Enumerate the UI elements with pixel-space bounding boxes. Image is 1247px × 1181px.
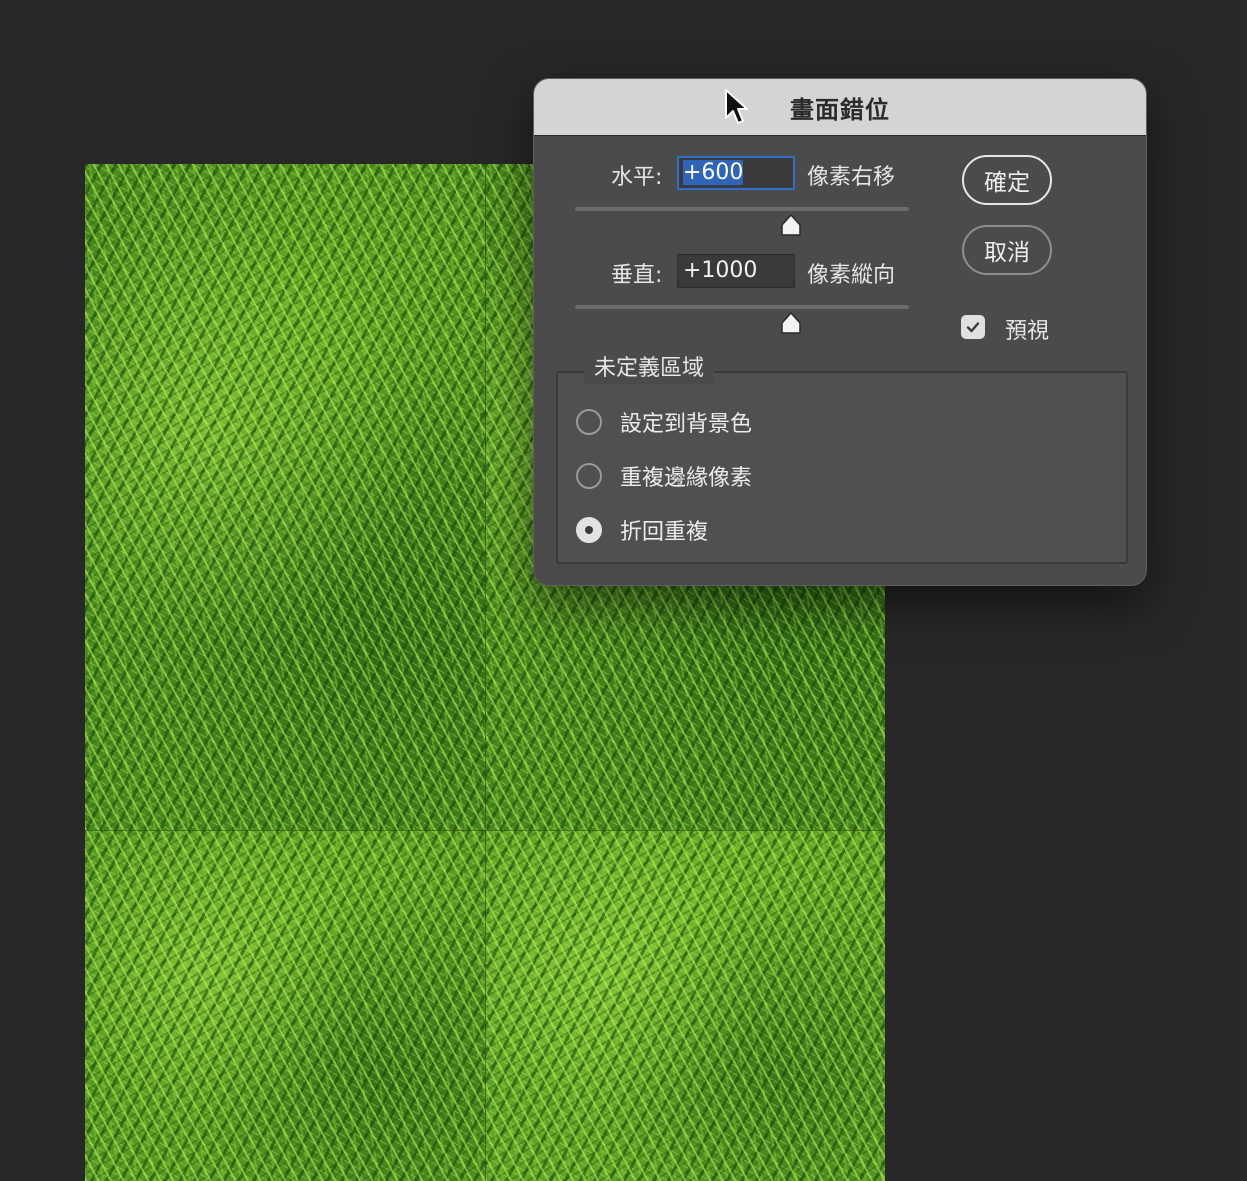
image-tile-top-left: [85, 164, 485, 830]
radio-label: 設定到背景色: [620, 412, 753, 437]
checkmark-icon: [966, 322, 980, 333]
dialog-titlebar[interactable]: 畫面錯位: [534, 79, 1146, 136]
vertical-slider-track[interactable]: [575, 305, 909, 309]
ok-button[interactable]: 確定: [962, 155, 1052, 205]
preview-label: 預視: [1005, 319, 1050, 344]
radio-button-selected-icon[interactable]: [576, 517, 602, 543]
offset-seam-horizontal: [85, 830, 885, 831]
horizontal-offset-value: +600: [683, 160, 744, 185]
radio-label: 重複邊緣像素: [620, 466, 753, 491]
vertical-label: 垂直:: [611, 263, 663, 288]
radio-label: 折回重複: [620, 520, 709, 545]
horizontal-unit-label: 像素右移: [807, 165, 896, 190]
radio-repeat-edge-pixels[interactable]: 重複邊緣像素: [576, 460, 752, 492]
vertical-offset-input[interactable]: +1000: [677, 254, 795, 288]
horizontal-offset-input[interactable]: +600: [677, 156, 795, 190]
horizontal-label: 水平:: [611, 165, 663, 190]
undefined-area-legend: 未定義區域: [584, 354, 715, 384]
radio-button-icon[interactable]: [576, 409, 602, 435]
vertical-offset-value: +1000: [683, 258, 758, 283]
workspace: 畫面錯位 水平: +600 像素右移 垂直: +1000 像素縱向 確定 取消 …: [0, 0, 1247, 1181]
vertical-slider-thumb-icon[interactable]: [779, 311, 803, 335]
radio-set-to-background[interactable]: 設定到背景色: [576, 406, 752, 438]
mouse-pointer-icon: [725, 89, 748, 124]
image-tile-bottom-right: [485, 830, 885, 1181]
dialog-title: 畫面錯位: [790, 95, 890, 124]
offset-dialog: 畫面錯位 水平: +600 像素右移 垂直: +1000 像素縱向 確定 取消 …: [533, 78, 1147, 586]
vertical-unit-label: 像素縱向: [807, 263, 896, 288]
offset-seam-vertical: [485, 164, 486, 1181]
horizontal-slider-track[interactable]: [575, 207, 909, 211]
preview-checkbox[interactable]: [961, 315, 985, 339]
radio-wrap-around[interactable]: 折回重複: [576, 514, 708, 546]
image-tile-bottom-left: [85, 830, 485, 1181]
radio-button-icon[interactable]: [576, 463, 602, 489]
horizontal-slider-thumb-icon[interactable]: [779, 213, 803, 237]
cancel-button[interactable]: 取消: [962, 225, 1052, 275]
